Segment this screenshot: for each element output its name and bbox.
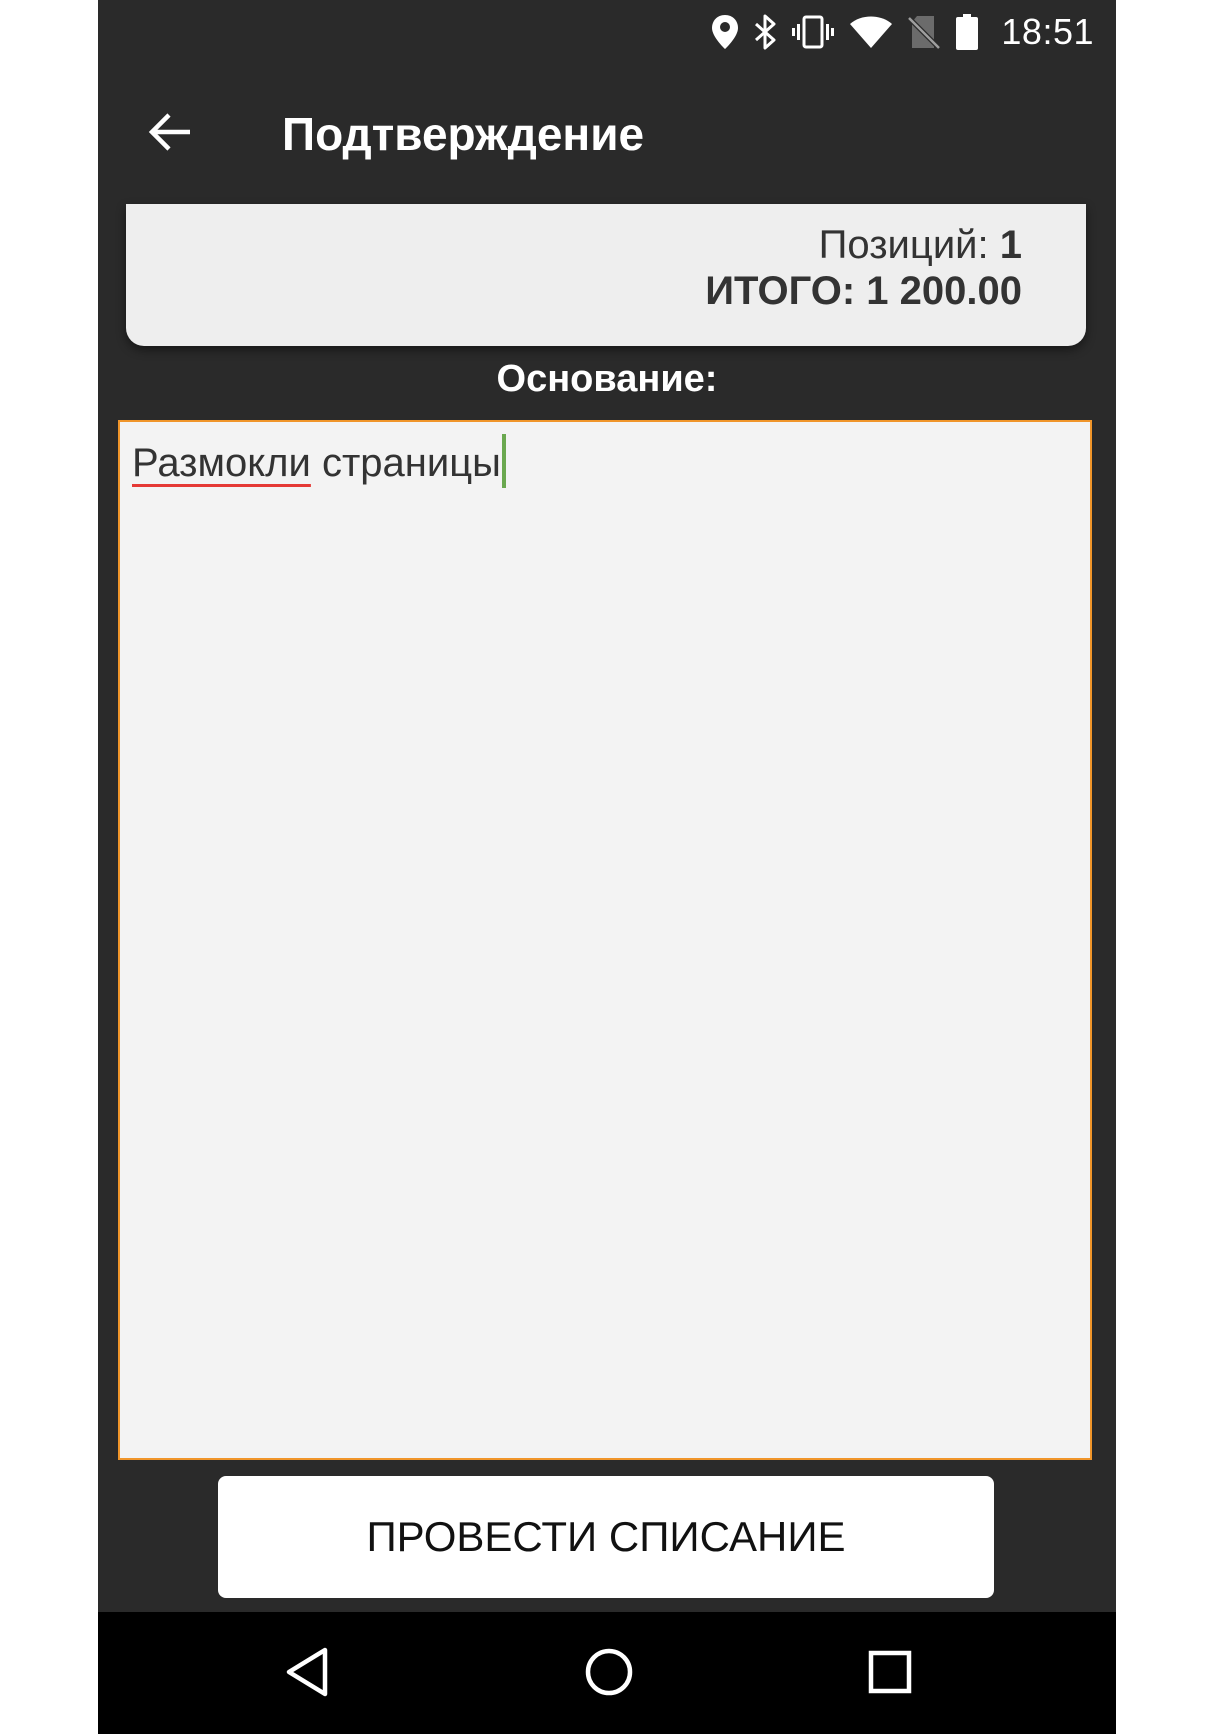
positions-label: Позиций: [818,223,989,267]
page-title: Подтверждение [282,108,645,160]
wifi-icon [849,14,893,50]
total-label: ИТОГО: [705,269,856,313]
positions-value: 1 [999,223,1022,267]
misspelled-word: Размокли [132,441,311,485]
status-icons: 18:51 [711,8,1094,56]
submit-writeoff-button[interactable]: ПРОВЕСТИ СПИСАНИЕ [218,1476,994,1598]
phone-screen: 18:51 Подтверждение Позиций: 1 ИТОГО: 1 … [98,0,1116,1734]
recents-square-icon [866,1648,914,1700]
reason-textarea[interactable]: Размокли страницы [118,420,1092,1460]
reason-label: Основание: [496,358,718,400]
no-sim-icon [907,14,942,50]
positions-row: Позиций: 1 [705,222,1022,268]
vibrate-icon [791,14,835,50]
back-button[interactable] [138,102,202,166]
back-triangle-icon [283,1646,331,1702]
navigation-bar [98,1612,1116,1734]
nav-back-button[interactable] [275,1642,339,1706]
status-bar: 18:51 [98,0,1116,64]
location-icon [711,14,739,50]
battery-icon [955,13,979,51]
total-value: 1 200.00 [866,269,1022,313]
reason-text-rest: страницы [310,441,501,485]
reason-text: Размокли страницы [132,434,506,492]
total-row: ИТОГО: 1 200.00 [705,268,1022,314]
text-caret [501,434,506,488]
nav-recents-button[interactable] [858,1642,922,1706]
arrow-back-icon [148,110,192,158]
summary-lines: Позиций: 1 ИТОГО: 1 200.00 [705,222,1022,314]
nav-home-button[interactable] [577,1642,641,1706]
home-circle-icon [583,1646,635,1702]
app-bar: Подтверждение [98,64,1116,204]
summary-card: Позиций: 1 ИТОГО: 1 200.00 [126,204,1086,346]
status-clock: 18:51 [1001,11,1094,52]
bluetooth-icon [753,14,777,50]
